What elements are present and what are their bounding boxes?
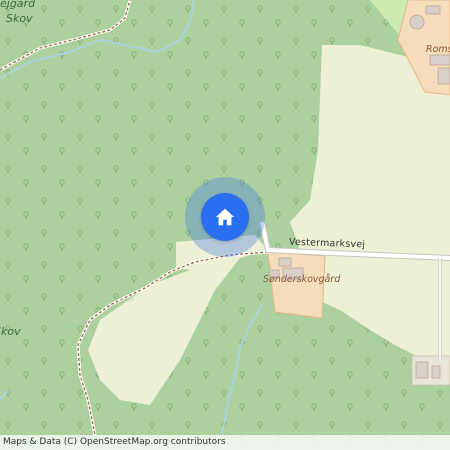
map-attribution[interactable]: Maps & Data (C) OpenStreetMap.org contri… <box>0 435 450 450</box>
building <box>425 5 441 15</box>
location-marker[interactable] <box>201 193 249 241</box>
place-label-sonderskovgard[interactable]: Sønderskovgård <box>263 274 340 285</box>
home-icon <box>215 208 235 226</box>
place-label-roms[interactable]: Roms <box>426 44 450 55</box>
building <box>278 257 292 267</box>
forest-label: Skov <box>6 12 33 25</box>
building <box>437 67 450 85</box>
building <box>429 54 450 66</box>
farmyard-sonderskovgard <box>267 251 326 319</box>
building <box>409 14 425 30</box>
forest-label: ejgård <box>0 0 36 10</box>
forest-label: Skov <box>0 325 21 338</box>
building <box>431 365 441 379</box>
building <box>415 361 429 379</box>
